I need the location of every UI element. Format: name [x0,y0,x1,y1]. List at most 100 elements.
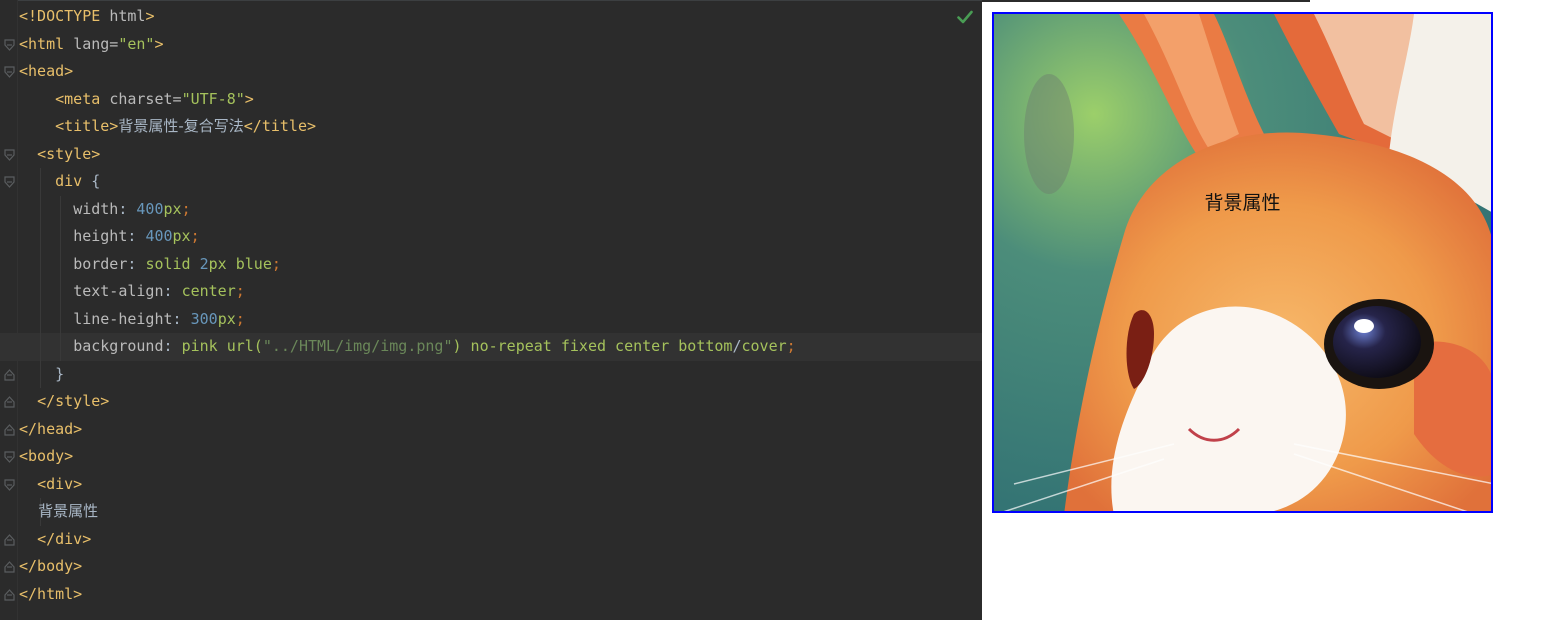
code-line-text: </body> [19,553,82,581]
fold-close-icon[interactable] [4,561,15,573]
code-token: cover [741,337,787,355]
code-token: charset= [109,89,182,108]
fold-open-icon[interactable] [4,451,15,463]
code-line-text: <title>背景属性-复合写法</title> [19,113,316,141]
code-token: <title> [55,117,119,135]
code-token: </body> [19,557,83,575]
code-token: </title> [243,117,317,135]
code-editor[interactable]: <!DOCTYPE html> <html lang="en"> <head> <m… [0,0,982,620]
code-line-text: </html> [19,581,82,609]
code-token: html [109,7,146,25]
code-line[interactable]: 背景属性 [0,498,982,526]
code-line[interactable]: <title>背景属性-复合写法</title> [0,113,982,141]
fold-close-icon[interactable] [4,533,15,546]
code-line[interactable]: background: pink url("../HTML/img/img.pn… [0,333,982,361]
code-line[interactable]: </body> [0,553,982,581]
code-token: </html> [19,584,83,603]
code-token: pink url( [181,337,263,355]
code-line[interactable]: border: solid 2px blue; [0,250,982,278]
code-line-text: height: 400px; [19,223,200,251]
code-token: <meta [55,89,110,108]
code-line[interactable]: </html> [0,581,982,609]
code-line[interactable]: line-height: 300px; [0,305,982,334]
code-token: : [127,254,146,273]
code-token: 300 [190,309,218,328]
code-token: text-align [73,282,164,300]
fold-open-icon[interactable] [4,478,15,491]
code-token: </style> [37,392,110,410]
fold-open-icon[interactable] [4,66,15,78]
code-line[interactable]: text-align: center; [0,278,982,306]
code-token: </div> [37,529,92,548]
code-line[interactable]: } [0,360,982,389]
fold-open-icon[interactable] [4,176,15,188]
code-lines[interactable]: <!DOCTYPE html> <html lang="en"> <head> <m… [0,3,982,608]
code-line-text: <body> [19,443,73,471]
fold-close-icon[interactable] [4,588,15,601]
check-icon [957,10,973,24]
demo-div: 背景属性 [992,12,1493,513]
fold-close-icon[interactable] [4,396,15,408]
code-line[interactable]: <html lang="en"> [0,31,982,59]
code-line-text: <html lang="en"> [19,31,164,59]
fold-close-icon[interactable] [4,423,15,436]
code-line[interactable]: height: 400px; [0,223,982,251]
code-token: div [55,172,92,190]
code-token: <!DOCTYPE [19,7,110,25]
code-line[interactable]: <div> [0,471,982,499]
code-token: > [154,34,164,53]
code-token: "en" [118,34,155,53]
code-line-text: background: pink url("../HTML/img/img.pn… [19,333,796,361]
fold-open-icon[interactable] [4,148,15,161]
code-line[interactable]: <head> [0,58,982,86]
browser-preview: 背景属性 [982,0,1566,620]
code-token: ; [190,227,200,245]
code-token: <html [19,34,74,53]
code-line-text: </style> [19,388,109,416]
code-line-text: } [19,361,64,389]
code-line-text: div { [19,168,100,196]
code-token: } [19,364,65,383]
fold-open-icon[interactable] [4,38,15,51]
code-line-text: </div> [19,526,91,554]
code-line[interactable]: div { [0,168,982,196]
code-token: px [217,309,236,328]
code-line-text: <style> [19,141,100,169]
code-token: "../HTML/img/img.png" [262,337,453,355]
code-line[interactable]: <body> [0,443,982,471]
code-token: : [172,309,191,328]
code-line-text: </head> [19,416,82,444]
code-line[interactable]: </head> [0,416,982,444]
code-token: lang= [73,34,119,53]
code-token: : [163,282,182,300]
code-line[interactable]: <style> [0,141,982,169]
code-token: solid [145,254,200,273]
code-line[interactable]: width: 400px; [0,195,982,223]
editor-top-border [0,0,982,1]
code-token: width [73,199,119,218]
preview-top-edge [982,0,1310,2]
code-token: <div> [37,474,83,493]
code-line-text: line-height: 300px; [19,306,245,334]
rabbit-background-image [994,14,1491,511]
code-token: px [163,199,182,218]
code-line-text: text-align: center; [19,278,245,306]
code-line[interactable]: <!DOCTYPE html> [0,3,982,31]
code-token: : [118,199,137,218]
fold-close-icon[interactable] [4,368,15,381]
code-token: 背景属性-复合写法 [118,117,244,135]
code-token: px [172,227,191,245]
code-line[interactable]: <meta charset="UTF-8"> [0,86,982,114]
code-token: ; [181,199,191,218]
code-line[interactable]: </style> [0,388,982,416]
code-token: 400 [136,199,164,218]
code-token: 2 [199,254,209,273]
code-line[interactable]: </div> [0,526,982,554]
code-token: 背景属性 [19,502,99,520]
